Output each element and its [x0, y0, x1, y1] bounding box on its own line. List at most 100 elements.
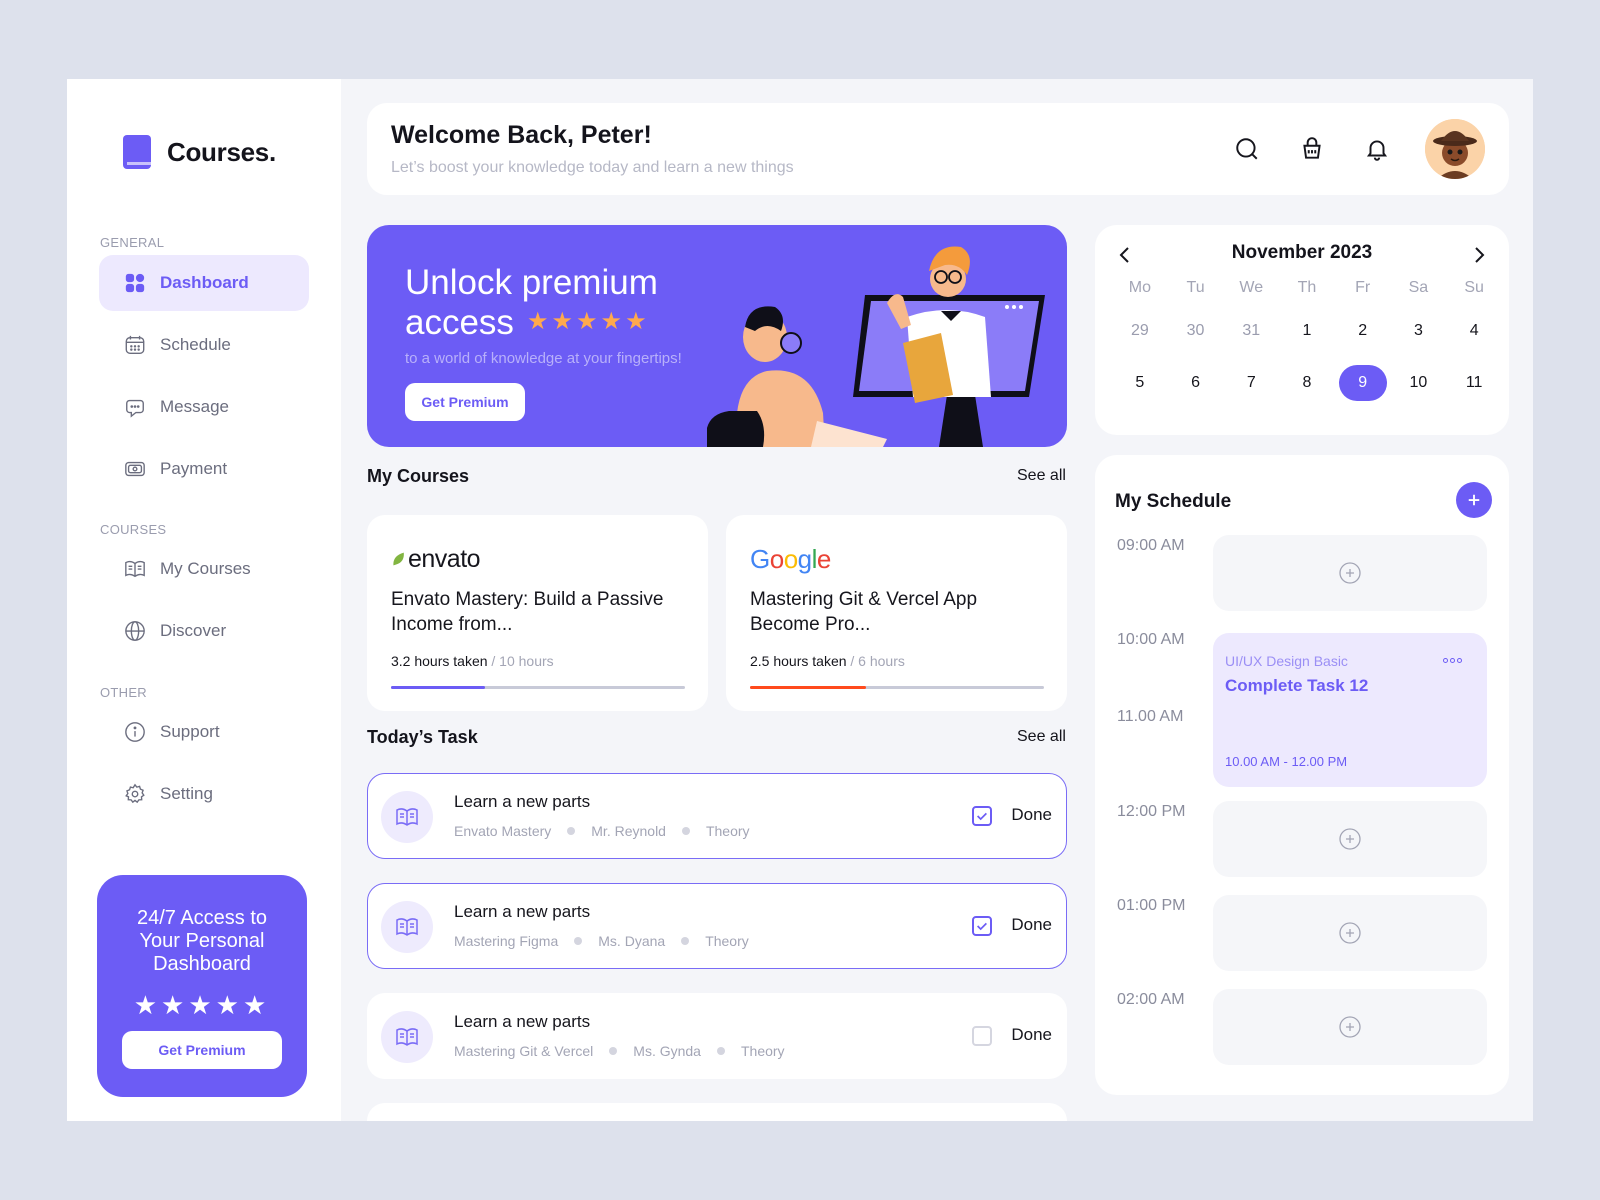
chevron-right-icon[interactable] [1467, 243, 1491, 267]
time-label: 01:00 PM [1117, 897, 1186, 914]
calendar-day[interactable]: 7 [1223, 357, 1279, 409]
envato-logo: envato [391, 543, 481, 575]
time-label: 10:00 AM [1117, 631, 1185, 648]
course-provider: Google [750, 543, 831, 574]
separator-dot [574, 937, 583, 945]
premium-banner: Unlock premium access ★★★★★ to a world o… [367, 225, 1067, 447]
add-schedule-button[interactable] [1456, 482, 1492, 518]
calendar-day[interactable]: 10 [1391, 357, 1447, 409]
course-card[interactable]: Google Mastering Git & Vercel App Become… [726, 515, 1067, 711]
task-done-checkbox[interactable] [972, 1026, 992, 1046]
task-course: Mastering Git & Vercel [454, 1043, 594, 1059]
search-icon [1236, 138, 1258, 160]
dashboard-icon [125, 273, 145, 293]
calendar-day[interactable]: 6 [1168, 357, 1224, 409]
task-type: Theory [705, 823, 750, 839]
task-done-label: Done [1011, 1025, 1052, 1044]
course-progress-track [750, 686, 1044, 689]
logo[interactable]: Courses. [123, 135, 276, 169]
book-icon [396, 1028, 418, 1046]
calendar-day[interactable]: 5 [1112, 357, 1168, 409]
user-avatar[interactable] [1425, 119, 1485, 179]
task-mentor: Ms. Dyana [598, 933, 666, 949]
weekday-label: We [1239, 279, 1264, 296]
calendar-day[interactable]: 30 [1168, 305, 1224, 357]
search-button[interactable] [1231, 133, 1263, 165]
sidebar-item-support[interactable]: Support [99, 704, 309, 760]
empty-slot[interactable] [1213, 535, 1487, 611]
notifications-button[interactable] [1361, 133, 1393, 165]
empty-slot[interactable] [1213, 989, 1487, 1065]
calendar-day[interactable]: 9 [1335, 357, 1391, 409]
sidebar-item-dashboard[interactable]: Dashboard [99, 255, 309, 311]
plus-icon [1468, 494, 1480, 506]
separator-dot [609, 1047, 618, 1055]
task-book-icon [381, 791, 433, 843]
hours-taken: 2.5 hours taken [750, 653, 847, 669]
task-done-label: Done [1011, 805, 1052, 824]
more-options-icon[interactable] [1443, 653, 1467, 667]
calendar-day[interactable]: 29 [1112, 305, 1168, 357]
hours-total: / 6 hours [846, 653, 905, 669]
get-premium-button[interactable]: Get Premium [405, 383, 525, 421]
calendar-day[interactable]: 2 [1335, 305, 1391, 357]
sidebar-item-my-courses[interactable]: My Courses [99, 541, 309, 597]
get-premium-button[interactable]: Get Premium [122, 1031, 282, 1069]
task-book-icon [381, 901, 433, 953]
task-done-label: Done [1011, 915, 1052, 934]
day-number: 8 [1302, 374, 1312, 391]
calendar-grid: Mo Tu We Th Fr Sa Su 29 30 31 1 2 3 4 5 6 7 8 9 10 11 [1112, 279, 1502, 409]
avatar-image [1425, 119, 1485, 179]
calendar-day[interactable]: 8 [1279, 357, 1335, 409]
task-row[interactable]: Learn a new parts Mastering Git & Vercel… [367, 993, 1067, 1079]
my-courses-see-all-link[interactable]: See all [1017, 467, 1066, 485]
task-row[interactable]: Learn a new parts Envato Mastery Mr. Rey… [367, 773, 1067, 859]
time-label: 09:00 AM [1117, 537, 1185, 554]
time-label: 12:00 PM [1117, 803, 1186, 820]
course-hours: 3.2 hours taken / 10 hours [391, 653, 554, 669]
basket-icon [1303, 137, 1321, 159]
sidebar-item-message[interactable]: Message [99, 379, 309, 435]
day-number: 1 [1302, 322, 1312, 339]
online-class-illustration [707, 246, 1045, 447]
task-row[interactable] [367, 1103, 1067, 1121]
task-done-checkbox[interactable] [972, 916, 992, 936]
day-number: 7 [1246, 374, 1256, 391]
gear-icon [125, 783, 145, 804]
task-meta: Mastering Git & Vercel Ms. Gynda Theory [454, 1043, 785, 1059]
google-logo: Google [750, 543, 831, 575]
course-progress-fill [750, 686, 867, 689]
calendar-day[interactable]: 11 [1446, 357, 1502, 409]
time-label: 11.00 AM [1117, 708, 1184, 725]
basket-button[interactable] [1296, 133, 1328, 165]
sidebar-item-setting[interactable]: Setting [99, 766, 309, 822]
task-course: Mastering Figma [454, 933, 559, 949]
top-header: Welcome Back, Peter! Let’s boost your kn… [367, 103, 1509, 195]
calendar-day[interactable]: 4 [1446, 305, 1502, 357]
hours-total: / 10 hours [487, 653, 554, 669]
add-circle-icon [1339, 828, 1361, 850]
course-card[interactable]: envato Envato Mastery: Build a Passive I… [367, 515, 708, 711]
page-title: Welcome Back, Peter! [391, 121, 652, 149]
task-course: Envato Mastery [454, 823, 552, 839]
star-rating-icon: ★★★★★ [133, 990, 271, 1020]
task-title: Learn a new parts [454, 902, 591, 921]
schedule-event[interactable]: UI/UX Design Basic Complete Task 12 10.0… [1213, 633, 1487, 787]
empty-slot[interactable] [1213, 801, 1487, 877]
calendar-day[interactable]: 1 [1279, 305, 1335, 357]
calendar-day[interactable]: 3 [1391, 305, 1447, 357]
task-done-checkbox[interactable] [972, 806, 992, 826]
task-row[interactable]: Learn a new parts Mastering Figma Ms. Dy… [367, 883, 1067, 969]
course-progress-track [391, 686, 685, 689]
task-type: Theory [740, 1043, 785, 1059]
sidebar-item-discover[interactable]: Discover [99, 603, 309, 659]
sidebar-item-schedule[interactable]: Schedule [99, 317, 309, 373]
todays-task-see-all-link[interactable]: See all [1017, 728, 1066, 746]
premium-promo-card: 24/7 Access to Your Personal Dashboard ★… [97, 875, 307, 1097]
payment-icon [125, 461, 145, 477]
sidebar-item-payment[interactable]: Payment [99, 441, 309, 497]
calendar-day[interactable]: 31 [1223, 305, 1279, 357]
book-icon [396, 918, 418, 936]
leaf-icon [393, 552, 404, 566]
empty-slot[interactable] [1213, 895, 1487, 971]
